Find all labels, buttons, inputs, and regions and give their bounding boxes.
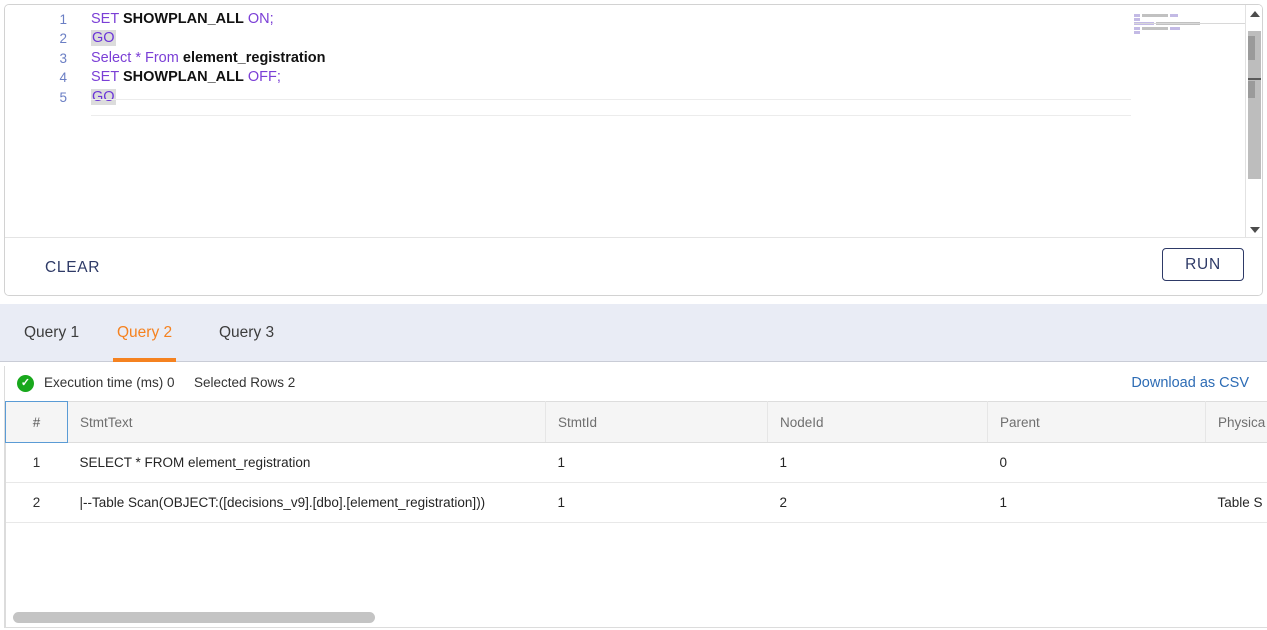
results-table-head: # StmtText StmtId NodeId Parent Physica xyxy=(5,401,1267,443)
results-grid-scroll-area[interactable]: # StmtText StmtId NodeId Parent Physica … xyxy=(5,401,1267,627)
line-number: 4 xyxy=(59,70,67,86)
tab-underline xyxy=(215,358,278,362)
table-row[interactable]: 2 |--Table Scan(OBJECT:([decisions_v9].[… xyxy=(5,482,1267,523)
tab-label: Query 1 xyxy=(24,324,80,341)
code-line[interactable]: 1 SET SHOWPLAN_ALL ON; xyxy=(5,10,1262,29)
cell-stmttext: |--Table Scan(OBJECT:([decisions_v9].[db… xyxy=(67,482,546,523)
cell-stmttext: SELECT * FROM element_registration xyxy=(67,442,546,483)
query-tab-bar: Query 1 Query 2 Query 3 xyxy=(0,304,1267,362)
selected-rows-label: Selected Rows 2 xyxy=(194,375,296,390)
results-horizontal-scrollbar[interactable] xyxy=(9,612,1264,623)
tab-query-3[interactable]: Query 3 xyxy=(215,304,278,362)
scroll-down-arrow-icon[interactable] xyxy=(1246,221,1262,238)
tab-query-2[interactable]: Query 2 xyxy=(113,304,177,362)
code-line-text: SET SHOWPLAN_ALL OFF; xyxy=(91,69,281,86)
cell-parent: 1 xyxy=(987,482,1206,523)
scrollbar-divider xyxy=(1248,78,1261,80)
minimap-baseline xyxy=(1134,23,1249,24)
sql-editor-panel: 1 SET SHOWPLAN_ALL ON; 2 GO 3 Select * From e… xyxy=(4,4,1263,296)
download-csv-link[interactable]: Download as CSV xyxy=(1131,375,1249,391)
cell-parent: 0 xyxy=(987,442,1206,483)
tab-query-1[interactable]: Query 1 xyxy=(20,304,83,362)
editor-vertical-scrollbar[interactable] xyxy=(1245,5,1262,238)
scroll-up-arrow-icon[interactable] xyxy=(1246,5,1262,22)
cell-nodeid: 1 xyxy=(767,442,988,483)
results-table: # StmtText StmtId NodeId Parent Physica … xyxy=(5,401,1267,523)
clear-button[interactable]: CLEAR xyxy=(37,253,108,283)
results-scrollbar-thumb[interactable] xyxy=(13,612,375,623)
run-button[interactable]: RUN xyxy=(1162,248,1244,281)
code-line[interactable]: 4 SET SHOWPLAN_ALL OFF; xyxy=(5,68,1262,87)
column-header-stmtid[interactable]: StmtId xyxy=(545,401,768,443)
table-row[interactable]: 1 SELECT * FROM element_registration 1 1… xyxy=(5,442,1267,483)
check-circle-icon: ✓ xyxy=(17,375,34,392)
editor-guide-line xyxy=(91,99,1131,100)
editor-toolbar: CLEAR RUN xyxy=(5,237,1262,295)
scrollbar-marker xyxy=(1248,36,1255,60)
minimap-row xyxy=(1134,31,1249,35)
cell-nodeid: 2 xyxy=(767,482,988,523)
code-line[interactable]: 2 GO xyxy=(5,29,1262,48)
tab-underline xyxy=(20,358,83,362)
line-number: 5 xyxy=(59,89,67,105)
code-line-text: Select * From element_registration xyxy=(91,49,326,66)
cell-index: 2 xyxy=(5,482,68,523)
column-header-index[interactable]: # xyxy=(5,401,68,443)
column-header-parent[interactable]: Parent xyxy=(987,401,1206,443)
code-line-text: SET SHOWPLAN_ALL ON; xyxy=(91,11,274,27)
code-line[interactable]: 3 Select * From element_registration xyxy=(5,49,1262,68)
results-panel: ✓ Execution time (ms) 0 Selected Rows 2 … xyxy=(4,366,1267,628)
column-header-nodeid[interactable]: NodeId xyxy=(767,401,988,443)
line-number: 2 xyxy=(59,31,67,47)
tab-label: Query 2 xyxy=(117,324,173,341)
cell-stmtid: 1 xyxy=(545,482,768,523)
execution-time-label: Execution time (ms) 0 xyxy=(44,375,175,390)
results-status-bar: ✓ Execution time (ms) 0 Selected Rows 2 … xyxy=(5,366,1267,401)
tab-underline-active xyxy=(113,358,177,362)
cell-physicalop xyxy=(1205,442,1267,483)
cell-index: 1 xyxy=(5,442,68,483)
cell-stmtid: 1 xyxy=(545,442,768,483)
editor-minimap[interactable] xyxy=(1134,13,1249,35)
cell-physicalop: Table S xyxy=(1205,482,1267,523)
line-number: 3 xyxy=(59,50,67,66)
code-line-text: GO xyxy=(91,30,116,47)
table-header-row: # StmtText StmtId NodeId Parent Physica xyxy=(5,401,1267,443)
sql-code-area[interactable]: 1 SET SHOWPLAN_ALL ON; 2 GO 3 Select * From e… xyxy=(5,5,1262,238)
code-line[interactable]: 5 GO xyxy=(5,88,1262,107)
scrollbar-marker xyxy=(1248,81,1255,98)
column-header-physicalop[interactable]: Physica xyxy=(1205,401,1267,443)
column-header-stmttext[interactable]: StmtText xyxy=(67,401,546,443)
editor-guide-line xyxy=(91,115,1131,116)
tab-label: Query 3 xyxy=(219,324,275,341)
results-table-body: 1 SELECT * FROM element_registration 1 1… xyxy=(5,442,1267,523)
line-number: 1 xyxy=(59,12,67,27)
code-line-text: GO xyxy=(91,88,116,105)
